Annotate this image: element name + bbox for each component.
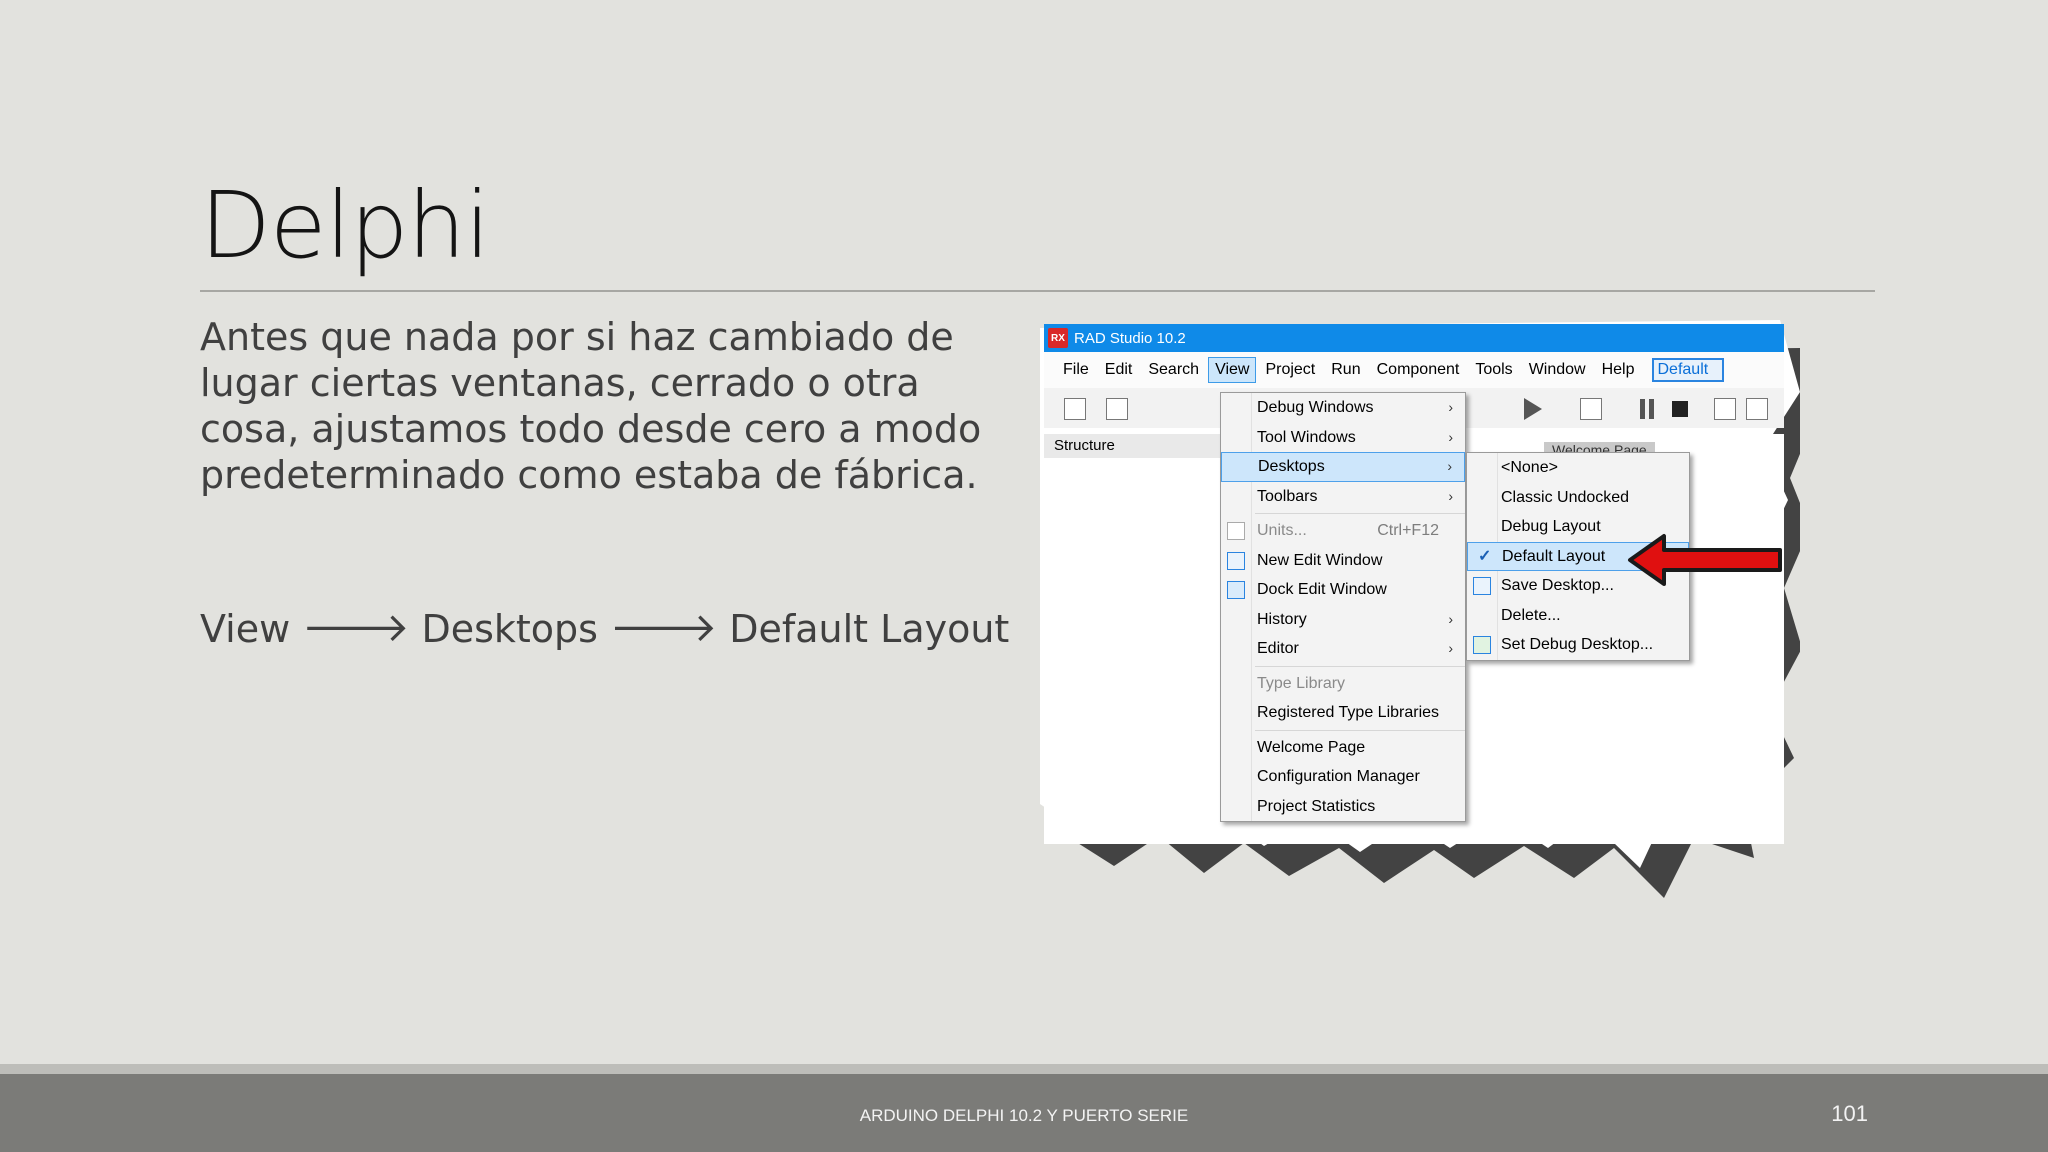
menu-item-label: Configuration Manager xyxy=(1257,768,1420,785)
slide-title: Delphi xyxy=(200,172,490,279)
menu-item-label: Units... xyxy=(1257,522,1307,539)
dock-edit-window-icon xyxy=(1227,581,1245,599)
title-rule xyxy=(200,290,1875,292)
menu-item-label: Toolbars xyxy=(1257,487,1318,505)
menu-edit[interactable]: Edit xyxy=(1098,357,1140,383)
menu-item-label: Delete... xyxy=(1501,606,1561,624)
menu-window[interactable]: Window xyxy=(1522,357,1593,383)
menu-project[interactable]: Project xyxy=(1258,357,1322,383)
menu-item-label: Dock Edit Window xyxy=(1257,581,1387,598)
menu-item-label: Tool Windows xyxy=(1257,428,1356,446)
menu-view[interactable]: View xyxy=(1208,357,1257,383)
menu-item-dock-edit-window[interactable]: Dock Edit Window xyxy=(1221,575,1465,605)
path-step-desktops: Desktops xyxy=(421,606,598,651)
checkmark-icon: ✓ xyxy=(1478,547,1492,565)
menu-item-welcome-page[interactable]: Welcome Page xyxy=(1221,733,1465,763)
menu-item-label: History xyxy=(1257,610,1307,628)
select-icon[interactable] xyxy=(1106,398,1128,420)
structure-header: Structure xyxy=(1044,434,1234,458)
menu-separator xyxy=(1255,729,1465,731)
structure-pane: Structure xyxy=(1044,434,1234,844)
chevron-right-icon: › xyxy=(1448,399,1453,415)
chevron-right-icon: › xyxy=(1448,610,1453,627)
menu-item-label: Desktops xyxy=(1258,458,1325,475)
menu-help[interactable]: Help xyxy=(1595,357,1642,383)
menu-item-label: <None> xyxy=(1501,459,1558,476)
chevron-right-icon: › xyxy=(1448,640,1453,656)
footer-text: ARDUINO DELPHI 10.2 Y PUERTO SERIE xyxy=(859,1106,1189,1125)
menu-item-units[interactable]: Units... Ctrl+F12 xyxy=(1221,516,1465,546)
menu-item-toolbars[interactable]: Toolbars › xyxy=(1221,482,1465,512)
save-desktop-icon xyxy=(1473,577,1491,595)
menu-item-new-edit-window[interactable]: New Edit Window xyxy=(1221,546,1465,576)
chevron-right-icon: › xyxy=(1447,458,1452,474)
menu-item-label: Registered Type Libraries xyxy=(1257,704,1440,721)
menu-item-editor[interactable]: Editor › xyxy=(1221,634,1465,664)
menu-separator xyxy=(1255,665,1465,667)
menu-tools[interactable]: Tools xyxy=(1468,357,1519,383)
rad-studio-logo-icon: RX xyxy=(1048,328,1068,348)
menu-item-history[interactable]: History › xyxy=(1221,605,1465,635)
window-title: RAD Studio 10.2 xyxy=(1074,329,1186,347)
menu-item-label: Welcome Page xyxy=(1257,738,1366,756)
menu-separator xyxy=(1255,513,1465,514)
menu-item-label: Classic Undocked xyxy=(1501,488,1630,506)
menu-item-label: Editor xyxy=(1257,640,1299,657)
menu-item-label: New Edit Window xyxy=(1257,551,1383,569)
menu-item-debug-windows[interactable]: Debug Windows › xyxy=(1221,393,1465,423)
step-icon[interactable] xyxy=(1580,398,1602,420)
chevron-right-icon: › xyxy=(1448,428,1453,445)
menu-item-label: Default Layout xyxy=(1502,547,1606,565)
right-arrow-icon: 🡒 xyxy=(609,605,718,651)
footer-strip xyxy=(0,1064,2048,1074)
new-edit-window-icon xyxy=(1227,551,1245,570)
menu-file[interactable]: File xyxy=(1056,357,1096,383)
menu-item-label: Project Statistics xyxy=(1257,797,1376,815)
menu-item-tool-windows[interactable]: Tool Windows › xyxy=(1221,423,1465,453)
menu-item-label: Debug Windows xyxy=(1257,399,1374,416)
menu-item-configuration-manager[interactable]: Configuration Manager xyxy=(1221,762,1465,792)
play-icon[interactable] xyxy=(1524,398,1542,420)
slide-body-text: Antes que nada por si haz cambiado de lu… xyxy=(200,315,982,497)
menu-item-desktops[interactable]: Desktops › xyxy=(1221,452,1465,482)
page-number: 101 xyxy=(1831,1101,1868,1126)
menu-bar: File Edit Search View Project Run Compon… xyxy=(1044,352,1784,388)
menu-path: View 🡒 Desktops 🡒 Default Layout xyxy=(200,604,1009,653)
path-step-view: View xyxy=(200,606,291,651)
menu-item-set-debug-desktop[interactable]: Set Debug Desktop... xyxy=(1467,630,1689,660)
menu-item-label: Debug Layout xyxy=(1501,518,1601,535)
layout-combo[interactable]: Default xyxy=(1651,358,1724,382)
menu-item-type-library[interactable]: Type Library xyxy=(1221,669,1465,699)
chevron-right-icon: › xyxy=(1448,487,1453,504)
menu-component[interactable]: Component xyxy=(1370,357,1467,383)
menu-item-classic-undocked[interactable]: Classic Undocked xyxy=(1467,483,1689,513)
menu-item-label: Type Library xyxy=(1257,674,1346,692)
menu-item-delete[interactable]: Delete... xyxy=(1467,601,1689,631)
right-arrow-icon: 🡒 xyxy=(302,605,410,651)
set-debug-desktop-icon xyxy=(1473,636,1491,654)
menu-item-none[interactable]: <None> xyxy=(1467,453,1689,483)
copy-icon[interactable] xyxy=(1064,398,1086,420)
window-titlebar: RX RAD Studio 10.2 xyxy=(1044,324,1784,352)
pause-icon[interactable] xyxy=(1640,399,1654,419)
view-menu: Debug Windows › Tool Windows › Desktops › T… xyxy=(1220,392,1466,822)
path-step-default-layout: Default Layout xyxy=(729,606,1010,651)
comment-icon[interactable] xyxy=(1746,398,1768,420)
ide-screenshot: RX RAD Studio 10.2 File Edit Search View… xyxy=(1040,320,1800,900)
red-pointer-arrow-icon xyxy=(1628,534,1782,586)
menu-search[interactable]: Search xyxy=(1141,357,1206,383)
menu-item-registered-type-libraries[interactable]: Registered Type Libraries xyxy=(1221,698,1465,728)
window-list-icon[interactable] xyxy=(1714,398,1736,420)
units-icon xyxy=(1227,522,1245,540)
menu-item-label: Set Debug Desktop... xyxy=(1501,636,1654,653)
shortcut: Ctrl+F12 xyxy=(1377,522,1439,539)
menu-item-label: Save Desktop... xyxy=(1501,577,1614,594)
stop-icon[interactable] xyxy=(1672,401,1688,417)
menu-run[interactable]: Run xyxy=(1324,357,1367,383)
menu-item-project-statistics[interactable]: Project Statistics xyxy=(1221,792,1465,822)
